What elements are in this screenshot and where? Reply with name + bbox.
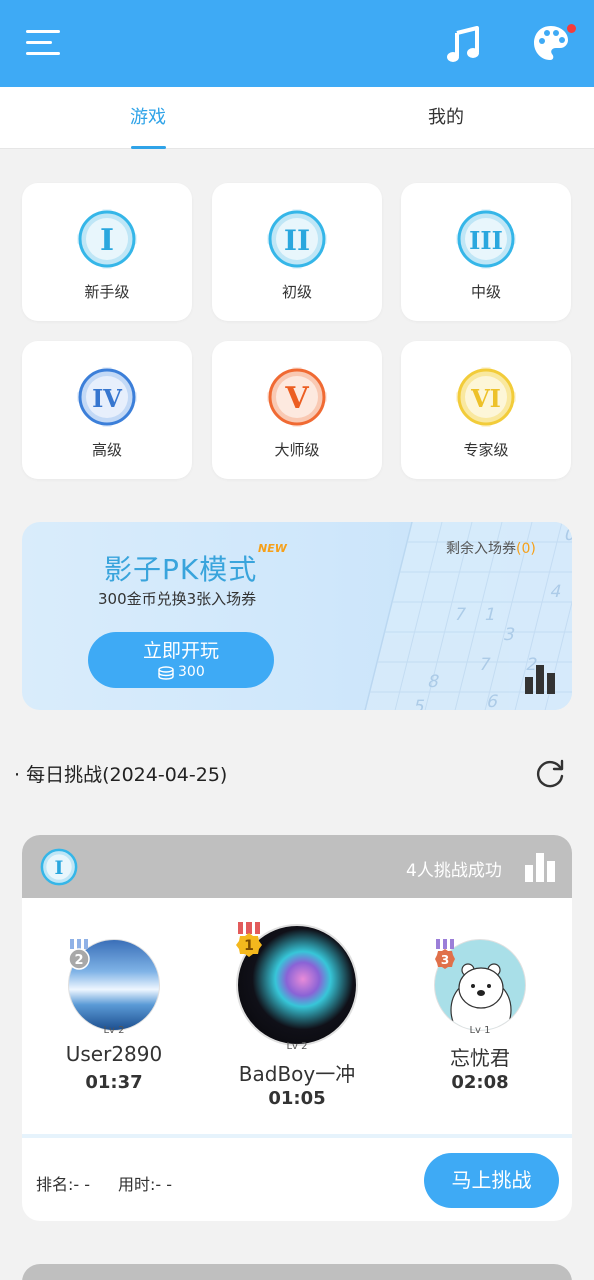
music-note-icon[interactable] bbox=[446, 24, 482, 64]
player-level: Lv 2 bbox=[103, 1025, 125, 1036]
level-numeral: I bbox=[100, 223, 114, 258]
level-card-intermediate[interactable]: III 中级 bbox=[401, 183, 571, 321]
success-count: 4人挑战成功 bbox=[406, 861, 502, 881]
tab-bar: 游戏 我的 bbox=[0, 87, 594, 149]
remaining-label: 剩余入场券 bbox=[446, 541, 516, 557]
level-badge-icon: III bbox=[456, 209, 516, 269]
tab-indicator bbox=[131, 146, 166, 149]
play-cost: 300 bbox=[178, 664, 205, 680]
level-label: 高级 bbox=[91, 441, 122, 459]
my-rank: 排名:- - bbox=[36, 1175, 91, 1194]
daily-challenge-title: · 每日挑战(2024-04-25) bbox=[14, 764, 228, 786]
challenge-now-button[interactable]: 马上挑战 bbox=[424, 1153, 559, 1208]
bar-chart-icon[interactable] bbox=[524, 663, 556, 695]
level-numeral: I bbox=[55, 857, 64, 879]
level-numeral: III bbox=[469, 226, 503, 255]
notification-dot bbox=[567, 24, 576, 33]
level-badge-icon: I bbox=[40, 848, 78, 886]
shadow-pk-banner[interactable]: 714 367 286 50 影子PK模式 NEW 300金币兑换3张入场券 剩… bbox=[22, 522, 572, 710]
level-label: 中级 bbox=[470, 283, 501, 301]
level-numeral: IV bbox=[92, 384, 122, 413]
tab-mine-label: 我的 bbox=[428, 107, 464, 128]
player-time: 01:37 bbox=[85, 1072, 143, 1093]
medal-icon: 2 bbox=[68, 939, 90, 970]
level-badge-icon: IV bbox=[77, 367, 137, 427]
medal-icon: 1 bbox=[236, 922, 262, 957]
svg-text:1: 1 bbox=[244, 938, 254, 954]
divider bbox=[22, 1134, 572, 1138]
refresh-icon[interactable] bbox=[534, 757, 566, 789]
level-card-beginner[interactable]: I 新手级 bbox=[22, 183, 192, 321]
level-label: 专家级 bbox=[463, 441, 509, 459]
svg-text:2: 2 bbox=[74, 953, 83, 968]
tab-game-label: 游戏 bbox=[130, 107, 166, 128]
daily-challenge-card: I 4人挑战成功 2 Lv 2 User2890 01:37 1 Lv 2 Ba… bbox=[22, 835, 572, 1221]
my-time: 用时:- - bbox=[118, 1175, 173, 1194]
level-card-expert[interactable]: VI 专家级 bbox=[401, 341, 571, 479]
level-label: 新手级 bbox=[84, 283, 130, 301]
level-card-elementary[interactable]: II 初级 bbox=[212, 183, 382, 321]
next-challenge-card-header bbox=[22, 1264, 572, 1280]
level-badge-icon: VI bbox=[456, 367, 516, 427]
menu-icon[interactable] bbox=[26, 28, 60, 58]
level-card-master[interactable]: V 大师级 bbox=[212, 341, 382, 479]
banner-subtitle: 300金币兑换3张入场券 bbox=[98, 590, 257, 608]
player-name: BadBoy一冲 bbox=[238, 1062, 356, 1086]
level-label: 初级 bbox=[281, 283, 312, 301]
level-numeral: V bbox=[284, 381, 309, 416]
level-badge-icon: I bbox=[77, 209, 137, 269]
challenge-card-header: I 4人挑战成功 bbox=[22, 835, 572, 898]
play-now-label: 立即开玩 bbox=[142, 640, 219, 662]
new-tag: NEW bbox=[258, 542, 287, 555]
play-now-button[interactable]: 立即开玩 300 bbox=[88, 632, 274, 688]
medal-icon: 3 bbox=[435, 939, 455, 969]
player-level: Lv 1 bbox=[469, 1025, 491, 1036]
level-numeral: VI bbox=[470, 384, 501, 413]
player-name: User2890 bbox=[65, 1042, 163, 1066]
remaining-tickets: 剩余入场券(0) bbox=[446, 538, 536, 558]
player-time: 01:05 bbox=[268, 1088, 326, 1109]
level-numeral: II bbox=[284, 224, 310, 257]
player-time: 02:08 bbox=[451, 1072, 509, 1093]
remaining-close-paren: ) bbox=[530, 541, 536, 557]
svg-text:3: 3 bbox=[441, 953, 449, 967]
palette-icon[interactable] bbox=[532, 24, 570, 62]
player-level: Lv 2 bbox=[286, 1041, 308, 1052]
level-badge-icon: II bbox=[267, 209, 327, 269]
level-label: 大师级 bbox=[274, 441, 320, 459]
bar-chart-icon[interactable] bbox=[524, 851, 556, 883]
tab-mine[interactable]: 我的 bbox=[386, 87, 506, 149]
app-bar bbox=[0, 0, 594, 87]
tab-game[interactable]: 游戏 bbox=[88, 87, 208, 149]
level-card-advanced[interactable]: IV 高级 bbox=[22, 341, 192, 479]
banner-title: 影子PK模式 bbox=[104, 553, 258, 586]
player-name: 忘忧君 bbox=[450, 1046, 510, 1070]
coin-stack-icon bbox=[158, 666, 174, 680]
level-badge-icon: V bbox=[267, 367, 327, 427]
